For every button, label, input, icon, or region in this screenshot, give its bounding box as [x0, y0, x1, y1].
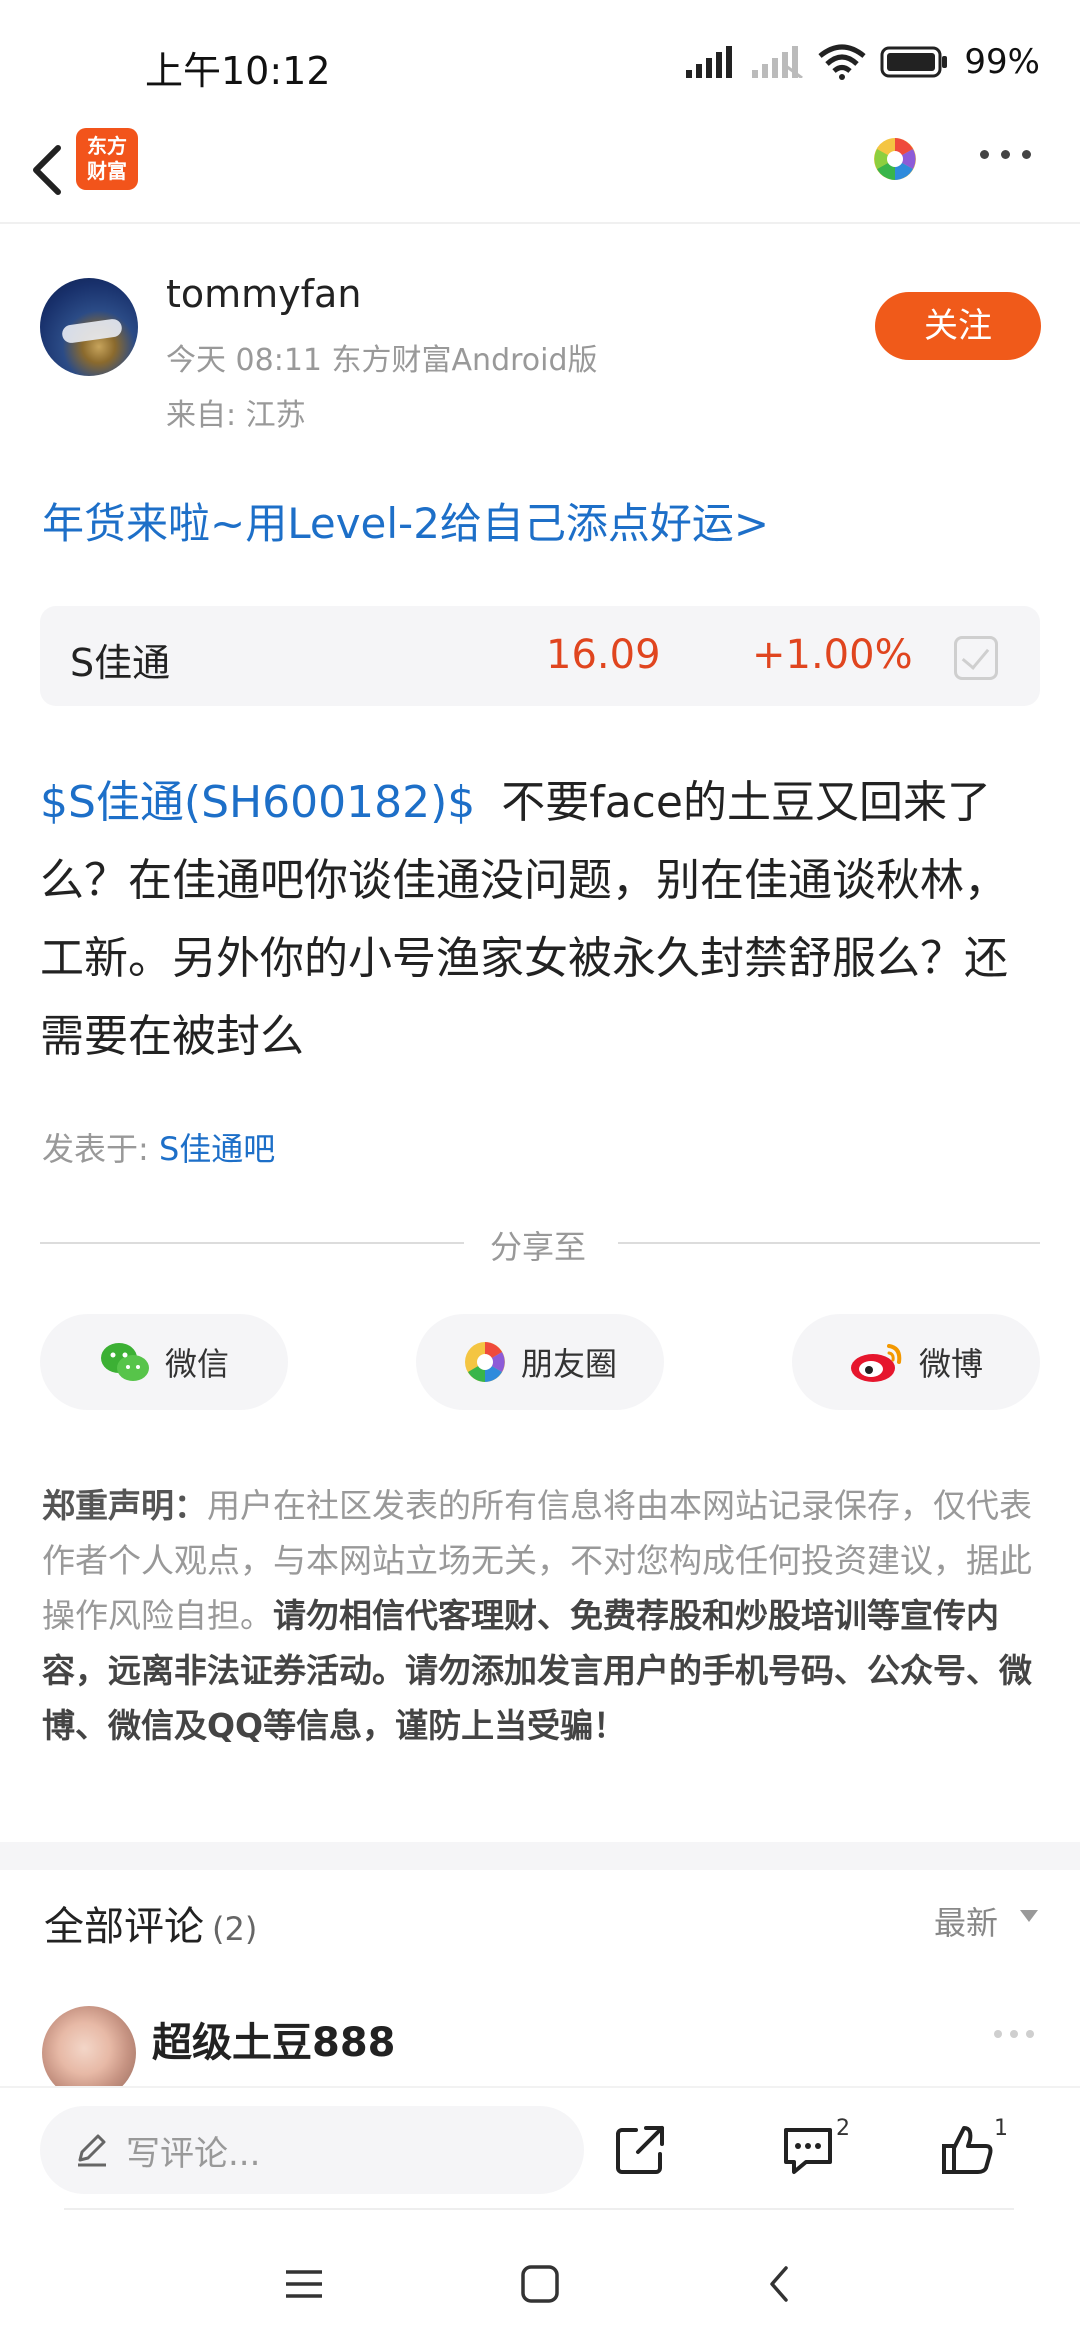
logo-line1: 东方	[87, 134, 127, 158]
share-weibo-label: 微博	[918, 1345, 983, 1383]
pencil-icon	[78, 2134, 106, 2167]
weibo-icon	[850, 1344, 902, 1382]
posted-in: 发表于: S佳通吧	[42, 1124, 275, 1170]
stock-name: S佳通	[70, 641, 171, 685]
disclaimer: 郑重声明：用户在社区发表的所有信息将由本网站记录保存，仅代表作者个人观点，与本网…	[42, 1478, 1042, 1753]
comment-more-icon[interactable]	[994, 2030, 1034, 2038]
logo-line2: 财富	[87, 159, 127, 183]
comment-input[interactable]: 写评论...	[40, 2106, 584, 2194]
posted-in-label: 发表于:	[42, 1130, 159, 1168]
post-meta: 今天 08:11 东方财富Android版	[166, 343, 598, 378]
share-moments-button[interactable]: 朋友圈	[416, 1314, 664, 1410]
author-name[interactable]: tommyfan	[166, 272, 361, 316]
comment-count-badge: 2	[836, 2116, 850, 2141]
system-nav-bar	[0, 2220, 1080, 2340]
commenter-name[interactable]: 超级土豆888	[152, 2010, 396, 2068]
status-bar: 上午10:12 99%	[0, 0, 1080, 130]
stock-price: 16.09	[546, 632, 661, 678]
share-moments-label: 朋友圈	[520, 1345, 617, 1383]
signal-weak-icon	[752, 46, 804, 78]
divider	[618, 1242, 1040, 1244]
divider	[40, 1242, 464, 1244]
status-time: 上午10:12	[145, 49, 331, 93]
color-wheel-icon[interactable]	[872, 136, 918, 182]
comments-count: (2)	[212, 1910, 258, 1948]
like-count-badge: 1	[994, 2116, 1008, 2141]
author-avatar[interactable]	[40, 278, 138, 376]
app-logo: 东方 财富	[76, 128, 138, 190]
bottom-action-bar: 写评论... 2 1	[0, 2086, 1080, 2214]
share-label: 分享至	[490, 1228, 587, 1266]
sort-dropdown[interactable]: 最新	[934, 1898, 998, 1944]
top-nav: 东方 财富	[0, 120, 1080, 224]
signal-icon	[686, 46, 733, 78]
status-icons: 99%	[686, 42, 1040, 82]
posted-in-bar-link[interactable]: S佳通吧	[159, 1130, 275, 1168]
caret-down-icon[interactable]	[1020, 1910, 1038, 1922]
divider	[64, 2208, 1014, 2210]
more-dots-icon[interactable]	[980, 150, 1036, 166]
home-square-icon[interactable]	[520, 2264, 560, 2304]
disclaimer-title: 郑重声明：	[42, 1486, 207, 1525]
thumbs-up-icon[interactable]	[940, 2122, 996, 2178]
comment-placeholder: 写评论...	[126, 2133, 261, 2174]
back-chevron-icon[interactable]	[20, 138, 80, 202]
share-wechat-button[interactable]: 微信	[40, 1314, 288, 1410]
follow-button[interactable]: 关注	[875, 292, 1041, 360]
back-triangle-icon[interactable]	[760, 2264, 800, 2304]
share-wechat-label: 微信	[164, 1345, 229, 1383]
comment-icon[interactable]	[780, 2122, 836, 2178]
add-watchlist-checkbox-icon[interactable]	[954, 636, 998, 680]
battery-icon	[880, 46, 948, 78]
stock-tag-link[interactable]: $S佳通(SH600182)$	[40, 777, 475, 828]
wechat-icon	[100, 1343, 149, 1381]
stock-card[interactable]: S佳通 16.09 +1.00%	[40, 606, 1040, 706]
wifi-icon	[818, 44, 867, 80]
post-body: $S佳通(SH600182)$ 不要face的土豆又回来了么？在佳通吧你谈佳通没问…	[40, 764, 1040, 1076]
post-location: 来自: 江苏	[166, 398, 306, 433]
comments-title-label: 全部评论	[44, 1904, 204, 1950]
promo-link[interactable]: 年货来啦~用Level-2给自己添点好运>	[42, 490, 769, 551]
moments-icon	[464, 1342, 505, 1382]
stock-change: +1.00%	[752, 632, 913, 678]
share-weibo-button[interactable]: 微博	[792, 1314, 1040, 1410]
comments-title: 全部评论 (2)	[44, 1894, 257, 1952]
menu-icon[interactable]	[284, 2264, 324, 2304]
battery-percent: 99%	[964, 42, 1040, 82]
section-separator	[0, 1842, 1080, 1870]
share-icon[interactable]	[612, 2122, 668, 2178]
